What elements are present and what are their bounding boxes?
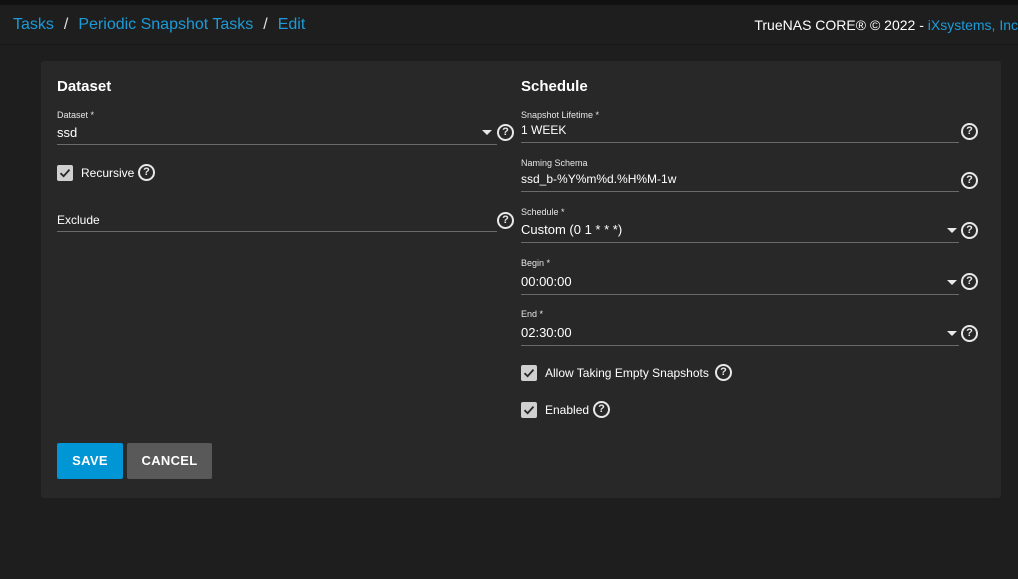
copyright-notice: TrueNAS CORE® © 2022 - iXsystems, Inc	[754, 17, 1018, 33]
end-select[interactable]: End * 02:30:00	[521, 309, 961, 346]
begin-select[interactable]: Begin * 00:00:00	[521, 258, 961, 295]
help-circle-icon[interactable]: ?	[497, 124, 514, 141]
recursive-checkbox[interactable]	[57, 165, 73, 181]
recursive-label: Recursive	[81, 166, 135, 180]
naming-schema-input[interactable]: Naming Schema ssd_b-%Y%m%d.%H%M-1w	[521, 158, 961, 193]
save-button[interactable]: SAVE	[57, 443, 123, 479]
help-circle-icon[interactable]: ?	[138, 164, 155, 181]
dataset-value: ssd	[57, 125, 78, 140]
schedule-select[interactable]: Schedule * Custom (0 1 * * *)	[521, 207, 961, 243]
snapshot-lifetime-label: Snapshot Lifetime *	[521, 110, 600, 120]
exclude-input[interactable]: Exclude	[57, 211, 497, 233]
breadcrumb: Tasks / Periodic Snapshot Tasks / Edit	[13, 16, 305, 34]
check-icon	[523, 369, 535, 378]
help-circle-icon[interactable]: ?	[497, 212, 514, 229]
begin-label: Begin *	[521, 258, 551, 268]
chevron-down-icon	[947, 228, 957, 233]
breadcrumb-separator: /	[263, 16, 268, 33]
breadcrumb-edit[interactable]: Edit	[278, 16, 306, 34]
allow-empty-snapshots-label: Allow Taking Empty Snapshots	[545, 366, 709, 380]
snapshot-task-form: Dataset Dataset * ssd ? Recursive ? Excl…	[41, 61, 1001, 498]
breadcrumb-periodic-snapshot-tasks[interactable]: Periodic Snapshot Tasks	[78, 16, 253, 34]
dataset-section-title: Dataset	[57, 78, 112, 95]
help-circle-icon[interactable]: ?	[961, 222, 978, 239]
chevron-down-icon	[947, 331, 957, 336]
end-value: 02:30:00	[521, 325, 572, 340]
page-header: Tasks / Periodic Snapshot Tasks / Edit T…	[0, 5, 1018, 45]
snapshot-lifetime-underline	[521, 142, 959, 143]
help-circle-icon[interactable]: ?	[961, 325, 978, 342]
begin-value: 00:00:00	[521, 274, 572, 289]
dataset-select[interactable]: Dataset * ssd	[57, 110, 497, 146]
help-circle-icon[interactable]: ?	[715, 364, 732, 381]
main-content: Dataset Dataset * ssd ? Recursive ? Excl…	[0, 46, 1018, 579]
end-underline	[521, 345, 959, 346]
exclude-placeholder: Exclude	[57, 213, 100, 227]
help-circle-icon[interactable]: ?	[961, 273, 978, 290]
end-label: End *	[521, 309, 544, 319]
schedule-label: Schedule *	[521, 207, 565, 217]
schedule-value: Custom (0 1 * * *)	[521, 222, 623, 237]
enabled-label: Enabled	[545, 403, 590, 417]
schedule-underline	[521, 242, 959, 243]
naming-schema-underline	[521, 191, 959, 192]
allow-empty-snapshots-checkbox[interactable]	[521, 365, 537, 381]
cancel-button[interactable]: CANCEL	[127, 443, 212, 479]
vendor-link[interactable]: iXsystems, Inc	[928, 17, 1018, 33]
chevron-down-icon	[947, 280, 957, 285]
dataset-label: Dataset *	[57, 110, 95, 120]
breadcrumb-tasks[interactable]: Tasks	[13, 16, 54, 34]
exclude-underline	[57, 231, 497, 232]
check-icon	[59, 169, 71, 178]
breadcrumb-separator: /	[63, 16, 69, 33]
help-circle-icon[interactable]: ?	[593, 401, 610, 418]
dataset-underline	[57, 144, 497, 145]
snapshot-lifetime-input[interactable]: Snapshot Lifetime * 1 WEEK	[521, 110, 961, 144]
snapshot-lifetime-value: 1 WEEK	[521, 123, 567, 137]
schedule-section-title: Schedule	[521, 78, 588, 95]
copyright-text: TrueNAS CORE® © 2022 -	[754, 17, 928, 33]
chevron-down-icon	[482, 130, 492, 135]
naming-schema-value: ssd_b-%Y%m%d.%H%M-1w	[521, 172, 677, 186]
begin-underline	[521, 294, 959, 295]
enabled-checkbox[interactable]	[521, 402, 537, 418]
check-icon	[523, 406, 535, 415]
help-circle-icon[interactable]: ?	[961, 172, 978, 189]
naming-schema-label: Naming Schema	[521, 158, 588, 168]
help-circle-icon[interactable]: ?	[961, 123, 978, 140]
